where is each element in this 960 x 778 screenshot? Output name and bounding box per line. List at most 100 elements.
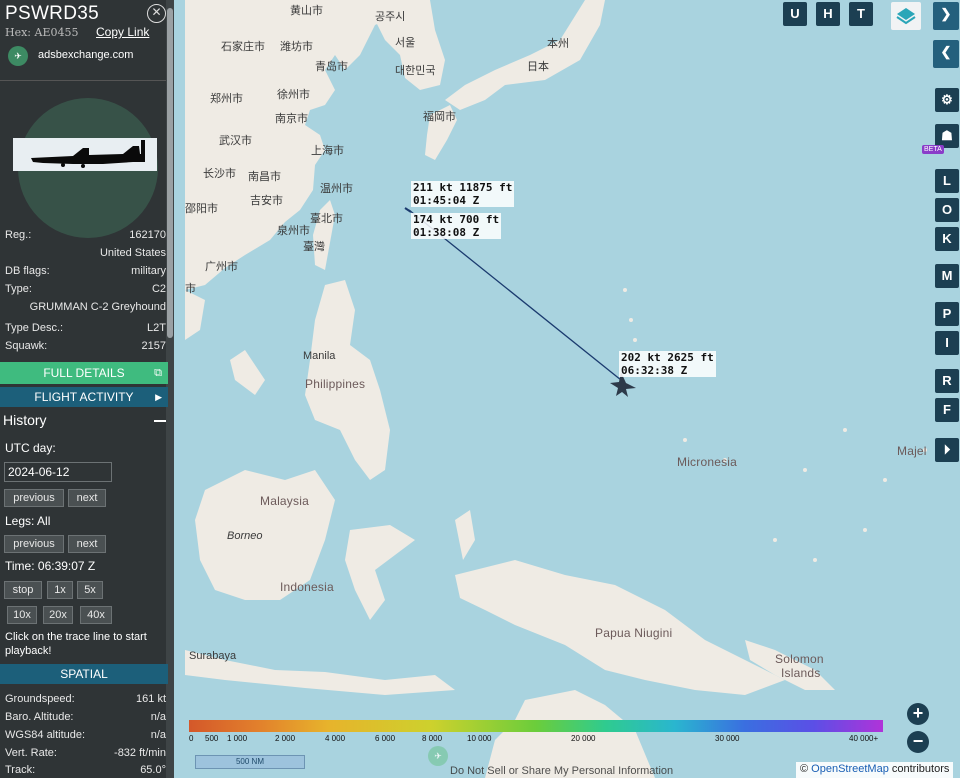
full-details-button[interactable]: FULL DETAILS ⧉	[0, 362, 168, 384]
map-label: Manila	[303, 350, 336, 362]
map-label: 郑州市	[210, 93, 243, 105]
map-label: Micronesia	[677, 455, 738, 469]
playback-hint: Click on the trace line to start playbac…	[5, 631, 147, 657]
map-label: 泉州市	[277, 225, 310, 237]
country: United States	[99, 247, 166, 259]
previous-leg-button[interactable]: previous	[4, 535, 64, 553]
sidebar-scroll-thumb[interactable]	[167, 8, 173, 338]
next-leg-button[interactable]: next	[68, 535, 106, 553]
f-button[interactable]: F	[935, 398, 959, 422]
map-label: 武汉市	[219, 135, 252, 147]
aircraft-label[interactable]: 202 kt 2625 ft 06:32:38 Z	[619, 351, 716, 377]
openstreetmap-link[interactable]: OpenStreetMap	[811, 763, 889, 775]
u-button[interactable]: U	[783, 2, 807, 26]
map-label: 温州市	[320, 183, 353, 195]
map-label: 臺灣	[303, 241, 325, 253]
map-label: 日本	[527, 61, 549, 73]
m-button[interactable]: M	[935, 264, 959, 288]
triangle-right-icon: ▶	[155, 392, 162, 402]
settings-gear-icon[interactable]: ⚙	[935, 88, 959, 112]
h-button[interactable]: H	[816, 2, 840, 26]
adsbexchange-logo-icon: ✈	[8, 46, 28, 66]
type-full: GRUMMAN C-2 Greyhound	[29, 301, 166, 313]
close-icon[interactable]: ✕	[147, 4, 166, 23]
speed-10x-button[interactable]: 10x	[7, 606, 37, 624]
trace-label[interactable]: 211 kt 11875 ft 01:45:04 Z	[411, 181, 515, 207]
altitude-color-scale	[189, 720, 883, 732]
map-label: 邵阳市	[185, 203, 218, 215]
map-label: 徐州市	[277, 89, 310, 101]
speed-5x-button[interactable]: 5x	[77, 581, 103, 599]
next-day-button[interactable]: next	[68, 489, 106, 507]
map-label: 本州	[547, 38, 569, 50]
map-label: 石家庄市	[221, 41, 265, 53]
trace-label[interactable]: 174 kt 700 ft 01:38:08 Z	[411, 213, 502, 239]
copy-link[interactable]: Copy Link	[96, 25, 149, 39]
chevron-right-icon[interactable]: ❯	[933, 2, 959, 30]
scale-bar: 500 NM	[195, 755, 305, 769]
map-label: 南昌市	[248, 171, 281, 183]
l-button[interactable]: L	[935, 169, 959, 193]
map-label: 臺北市	[310, 213, 343, 225]
spatial-header[interactable]: SPATIAL	[0, 664, 168, 684]
map-label: Malaysia	[260, 494, 309, 508]
altitude-ticks: 0 500 1 000 2 000 4 000 6 000 8 000 10 0…	[189, 734, 879, 743]
chevron-left-icon[interactable]: ❮	[933, 40, 959, 68]
map-view[interactable]: 黄山市 공주시 서울 대한민국 石家庄市 潍坊市 青岛市 本州 日本 郑州市 徐…	[185, 0, 960, 778]
map-label: Islands	[781, 666, 821, 680]
replay-icon[interactable]: ⏵	[935, 438, 959, 462]
do-not-sell-link[interactable]: Do Not Sell or Share My Personal Informa…	[450, 765, 673, 777]
zoom-in-button[interactable]: +	[907, 703, 929, 725]
map-label: Philippines	[305, 377, 366, 391]
time-label: Time: 06:39:07 Z	[5, 559, 96, 573]
speed-1x-button[interactable]: 1x	[47, 581, 73, 599]
map-label: Solomon	[775, 652, 824, 666]
map-label: 서울	[395, 37, 416, 49]
map-label: 市	[185, 283, 196, 295]
flight-activity-button[interactable]: FLIGHT ACTIVITY ▶	[0, 387, 168, 407]
i-button[interactable]: I	[935, 331, 959, 355]
previous-day-button[interactable]: previous	[4, 489, 64, 507]
map-label: 潍坊市	[280, 41, 313, 53]
map-label: 黄山市	[290, 5, 323, 17]
collapse-icon[interactable]	[154, 420, 166, 422]
date-input[interactable]: 2024-06-12	[4, 462, 112, 482]
map-label: 长沙市	[203, 168, 236, 180]
layers-icon[interactable]	[891, 2, 921, 30]
external-link-icon: ⧉	[154, 367, 162, 379]
t-button[interactable]: T	[849, 2, 873, 26]
utc-day-label: UTC day:	[5, 441, 56, 455]
k-button[interactable]: K	[935, 227, 959, 251]
map-label: 대한민국	[395, 65, 436, 77]
p-button[interactable]: P	[935, 302, 959, 326]
map-label: 福岡市	[423, 111, 456, 123]
map-label: Papua Niugini	[595, 626, 673, 640]
r-button[interactable]: R	[935, 369, 959, 393]
aircraft-silhouette-icon	[13, 138, 157, 171]
beta-badge: BETA	[922, 145, 944, 154]
aircraft-info-panel: PSWRD35 ✕ Hex: AE0455 Copy Link ✈ adsbex…	[0, 0, 174, 778]
stop-button[interactable]: stop	[4, 581, 42, 599]
map-label: Surabaya	[189, 650, 237, 662]
speed-20x-button[interactable]: 20x	[43, 606, 73, 624]
adsbexchange-watermark-icon: ✈	[428, 746, 448, 766]
zoom-out-button[interactable]: −	[907, 731, 929, 753]
map-label: 广州市	[205, 261, 238, 273]
map-attribution: © OpenStreetMap contributors	[796, 762, 954, 778]
hex-code: Hex: AE0455	[5, 26, 79, 39]
o-button[interactable]: O	[935, 198, 959, 222]
divider	[0, 80, 166, 81]
map-label: 上海市	[311, 145, 344, 157]
map-label: 青岛市	[315, 61, 348, 73]
legs-label: Legs: All	[5, 514, 51, 528]
history-header[interactable]: History	[3, 412, 47, 428]
data-source[interactable]: adsbexchange.com	[38, 49, 133, 61]
map-label: 공주시	[375, 11, 406, 23]
callsign: PSWRD35	[5, 3, 99, 24]
map-label: Borneo	[227, 530, 263, 542]
map-label: 吉安市	[250, 195, 283, 207]
map-label: Indonesia	[280, 580, 334, 594]
speed-40x-button[interactable]: 40x	[80, 606, 112, 624]
map-label: 南京市	[275, 113, 308, 125]
map-label: Majel	[897, 444, 927, 458]
